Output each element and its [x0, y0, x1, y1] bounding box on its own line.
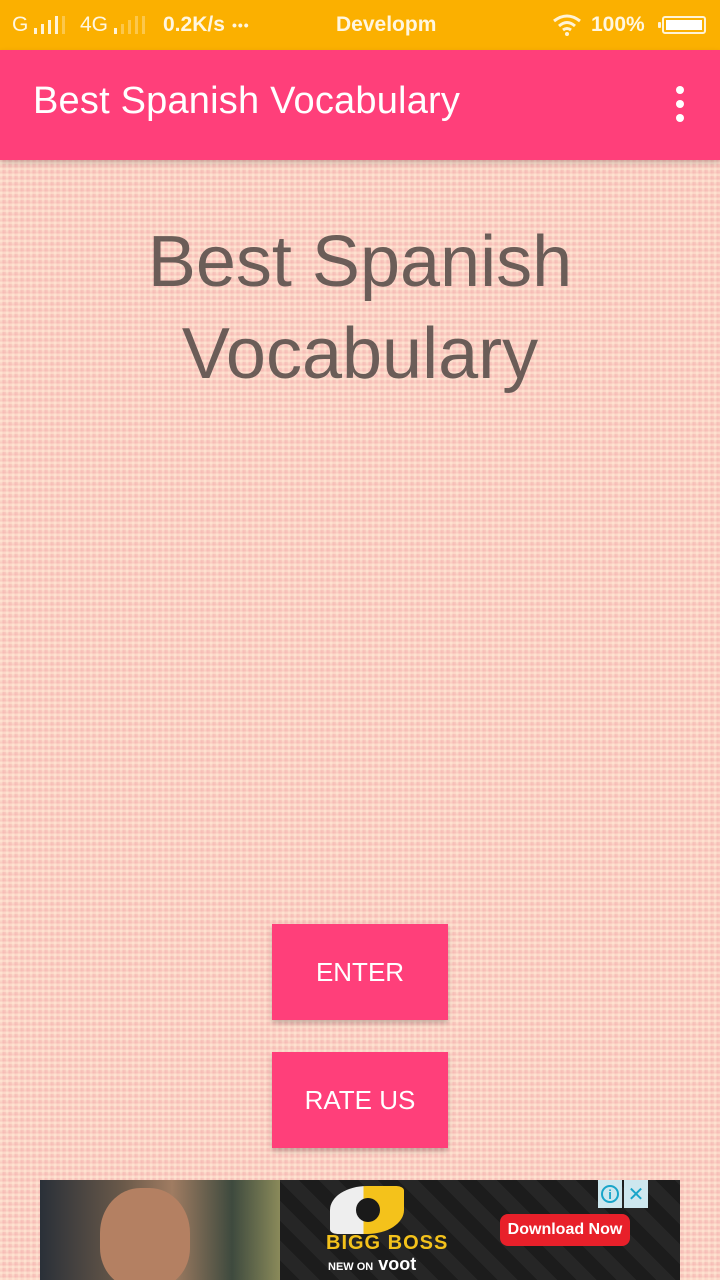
ad-person-image — [100, 1188, 190, 1280]
ad-image — [40, 1180, 280, 1280]
signal-icon — [114, 16, 146, 34]
ad-controls: i ✕ — [598, 1180, 648, 1208]
app-title: Best Spanish Vocabulary — [33, 80, 461, 122]
sim2-indicator: 4G — [80, 0, 146, 50]
enter-button[interactable]: ENTER — [272, 924, 448, 1020]
status-bar: G 4G 0.2K/s ••• Developm 100% — [0, 0, 720, 50]
battery-icon — [658, 16, 706, 34]
ad-close-icon[interactable]: ✕ — [624, 1180, 648, 1208]
wifi-icon — [552, 0, 582, 50]
signal-icon — [34, 16, 66, 34]
page-headline: Best Spanish Vocabulary — [0, 216, 720, 400]
headline-line-1: Best Spanish — [147, 222, 573, 302]
ad-tagline-prefix: NEW ON — [328, 1261, 374, 1273]
rate-us-button[interactable]: RATE US — [272, 1052, 448, 1148]
headline-line-2: Vocabulary — [181, 314, 539, 394]
battery-percent: 100% — [591, 13, 645, 36]
app-bar: Best Spanish Vocabulary — [0, 50, 720, 160]
ad-content: BIGG BOSS NEW ON voot Download Now i ✕ — [280, 1180, 680, 1280]
overflow-menu-icon[interactable] — [670, 86, 690, 122]
ad-download-button[interactable]: Download Now — [500, 1214, 630, 1246]
more-notifications-icon: ••• — [232, 17, 250, 33]
ad-banner[interactable]: BIGG BOSS NEW ON voot Download Now i ✕ — [40, 1180, 680, 1280]
ad-brand: BIGG BOSS — [326, 1232, 449, 1254]
eye-logo-icon — [330, 1186, 404, 1234]
notification-text: Developm — [336, 13, 437, 36]
sim1-indicator: G — [12, 0, 66, 50]
network-speed: 0.2K/s — [163, 13, 225, 36]
network-type-1: G — [12, 13, 29, 36]
ad-info-icon[interactable]: i — [598, 1180, 622, 1208]
ad-tagline-brand: voot — [378, 1254, 417, 1274]
ad-tagline: NEW ON voot — [328, 1254, 416, 1275]
network-type-2: 4G — [80, 13, 109, 36]
